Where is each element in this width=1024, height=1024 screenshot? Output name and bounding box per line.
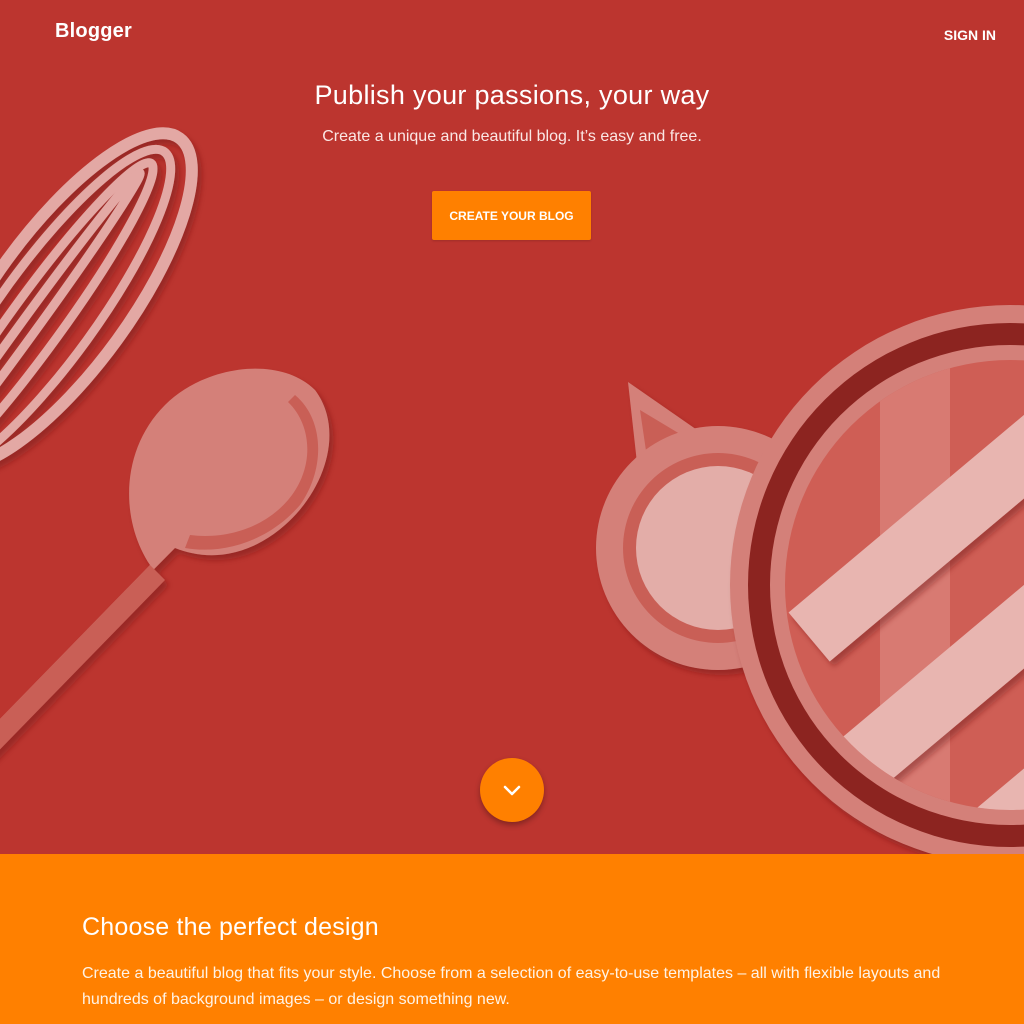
blogger-logo[interactable]: Blogger [55,20,132,43]
hero-subheadline: Create a unique and beautiful blog. It’s… [322,128,702,145]
spoon-icon [0,368,330,750]
scroll-down-button[interactable] [480,758,544,822]
hero-headline: Publish your passions, your way [314,80,710,110]
pie-dish-icon [730,305,1024,854]
blogger-landing-page: Blogger SIGN IN Publish your passions, y… [0,0,1024,1024]
create-blog-button[interactable]: CREATE YOUR BLOG [432,191,591,240]
design-section-body: Create a beautiful blog that fits your s… [82,965,941,1008]
design-section: Choose the perfect design Create a beaut… [0,854,1024,1024]
hero-section: Blogger SIGN IN Publish your passions, y… [0,0,1024,854]
sign-in-link[interactable]: SIGN IN [944,27,996,43]
design-section-title: Choose the perfect design [82,913,379,941]
chevron-down-icon [503,785,521,796]
